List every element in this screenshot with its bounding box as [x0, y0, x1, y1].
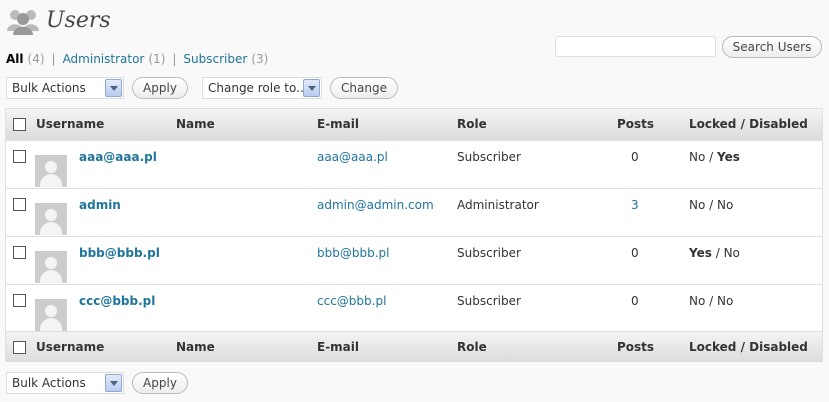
bulk-actions-value: Bulk Actions — [12, 376, 86, 390]
filter-label[interactable]: All — [6, 52, 24, 66]
locked-disabled-cell: No / Yes — [689, 150, 740, 164]
page-header: Users — [6, 2, 111, 38]
filter-separator: | — [51, 52, 56, 66]
select-all-checkbox[interactable] — [13, 341, 26, 354]
table-footer: Username Name E-mail Role Posts Locked /… — [6, 331, 822, 362]
posts-count: 0 — [631, 246, 639, 260]
column-locked-disabled: Locked / Disabled — [689, 340, 808, 354]
status-separator: / — [709, 294, 714, 308]
chevron-down-icon[interactable] — [303, 79, 320, 97]
apply-button-bottom[interactable]: Apply — [132, 372, 188, 394]
table-row: ccc@bbb.pl ccc@bbb.pl Subscriber 0 No / … — [6, 284, 822, 332]
select-all-checkbox[interactable] — [13, 118, 26, 131]
role-filters: All (4) | Administrator (1) | Subscriber… — [6, 52, 268, 66]
filter-subscriber[interactable]: Subscriber (3) — [183, 52, 268, 66]
locked-value: No — [689, 198, 706, 212]
users-table: Username Name E-mail Role Posts Locked /… — [5, 108, 823, 362]
disabled-value: Yes — [717, 150, 740, 164]
role-cell: Subscriber — [457, 294, 521, 308]
role-cell: Subscriber — [457, 150, 521, 164]
column-posts[interactable]: Posts — [617, 340, 654, 354]
change-role-value: Change role to... — [208, 81, 308, 95]
column-email[interactable]: E-mail — [317, 117, 359, 131]
table-row: aaa@aaa.pl aaa@aaa.pl Subscriber 0 No / … — [6, 140, 822, 188]
username-link[interactable]: bbb@bbb.pl — [79, 246, 160, 260]
email-link[interactable]: ccc@bbb.pl — [317, 294, 386, 308]
apply-button[interactable]: Apply — [132, 77, 188, 99]
avatar — [35, 203, 67, 235]
filter-separator: | — [172, 52, 177, 66]
filter-administrator[interactable]: Administrator (1) — [63, 52, 166, 66]
disabled-value: No — [717, 294, 734, 308]
email-link[interactable]: aaa@aaa.pl — [317, 150, 388, 164]
table-row: admin admin@admin.com Administrator 3 No… — [6, 188, 822, 236]
column-posts[interactable]: Posts — [617, 117, 654, 131]
posts-count: 0 — [631, 150, 639, 164]
status-separator: / — [709, 198, 714, 212]
email-link[interactable]: bbb@bbb.pl — [317, 246, 389, 260]
locked-disabled-cell: No / No — [689, 294, 733, 308]
search-users-button[interactable]: Search Users — [722, 36, 822, 58]
column-role[interactable]: Role — [457, 117, 487, 131]
chevron-down-icon[interactable] — [105, 374, 122, 392]
column-name[interactable]: Name — [176, 340, 215, 354]
column-name[interactable]: Name — [176, 117, 215, 131]
users-icon — [6, 5, 40, 35]
column-email[interactable]: E-mail — [317, 340, 359, 354]
table-row: bbb@bbb.pl bbb@bbb.pl Subscriber 0 Yes /… — [6, 236, 822, 284]
table-header: Username Name E-mail Role Posts Locked /… — [6, 109, 822, 140]
locked-value: Yes — [689, 246, 712, 260]
row-checkbox[interactable] — [13, 246, 26, 259]
username-link[interactable]: admin — [79, 198, 121, 212]
bulk-actions-select-bottom[interactable]: Bulk Actions — [6, 372, 124, 394]
filter-count: (3) — [251, 52, 269, 66]
locked-value: No — [689, 150, 706, 164]
disabled-value: No — [723, 246, 740, 260]
change-role-select[interactable]: Change role to... — [202, 77, 322, 99]
avatar — [35, 251, 67, 283]
bulk-actions-value: Bulk Actions — [12, 81, 86, 95]
row-checkbox[interactable] — [13, 294, 26, 307]
chevron-down-icon[interactable] — [105, 79, 122, 97]
locked-value: No — [689, 294, 706, 308]
filter-label[interactable]: Subscriber — [183, 52, 247, 66]
row-checkbox[interactable] — [13, 150, 26, 163]
column-username[interactable]: Username — [36, 117, 104, 131]
page-title: Users — [46, 7, 111, 33]
filter-count: (1) — [148, 52, 166, 66]
search-input[interactable] — [555, 36, 716, 57]
row-checkbox[interactable] — [13, 198, 26, 211]
role-cell: Administrator — [457, 198, 539, 212]
avatar — [35, 155, 67, 187]
role-cell: Subscriber — [457, 246, 521, 260]
change-button[interactable]: Change — [330, 77, 398, 99]
email-link[interactable]: admin@admin.com — [317, 198, 434, 212]
posts-count-link[interactable]: 3 — [631, 198, 639, 212]
filter-count: (4) — [27, 52, 45, 66]
status-separator: / — [709, 150, 714, 164]
bulk-actions-select[interactable]: Bulk Actions — [6, 77, 124, 99]
status-separator: / — [715, 246, 720, 260]
posts-count: 0 — [631, 294, 639, 308]
filter-label[interactable]: Administrator — [63, 52, 145, 66]
column-locked-disabled: Locked / Disabled — [689, 117, 808, 131]
column-role[interactable]: Role — [457, 340, 487, 354]
locked-disabled-cell: Yes / No — [689, 246, 740, 260]
username-link[interactable]: aaa@aaa.pl — [79, 150, 157, 164]
avatar — [35, 299, 67, 331]
column-username[interactable]: Username — [36, 340, 104, 354]
disabled-value: No — [717, 198, 734, 212]
filter-all[interactable]: All (4) — [6, 52, 45, 66]
username-link[interactable]: ccc@bbb.pl — [79, 294, 155, 308]
locked-disabled-cell: No / No — [689, 198, 733, 212]
